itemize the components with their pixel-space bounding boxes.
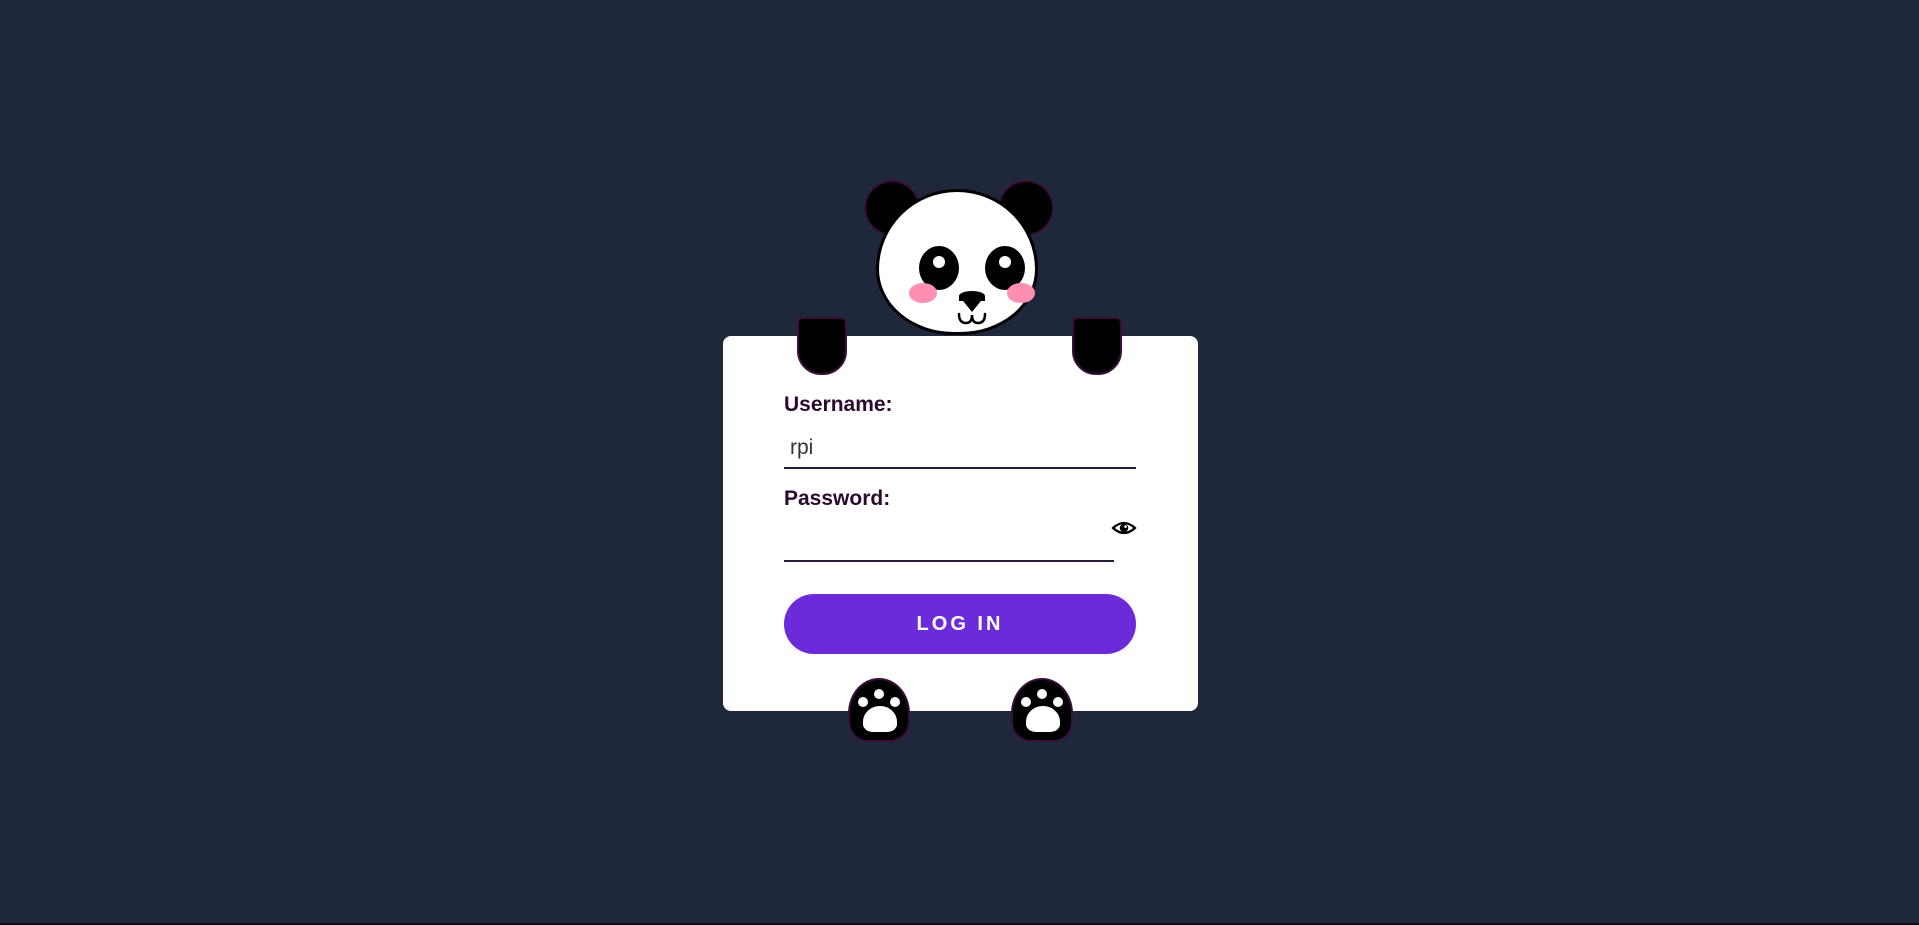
- username-label: Username:: [784, 393, 893, 416]
- paw-toe: [858, 697, 868, 707]
- panda-hand-left: [797, 317, 847, 375]
- panda-paw-right-icon: [1011, 678, 1073, 742]
- login-page: Username: Password: LOG IN: [0, 0, 1919, 925]
- paw-toe: [1021, 697, 1031, 707]
- username-input[interactable]: [784, 429, 1136, 469]
- password-label: Password:: [784, 487, 891, 510]
- paw-toe: [890, 697, 900, 707]
- panda-pupil-right: [999, 256, 1011, 268]
- paw-pad: [863, 706, 897, 732]
- paw-toe: [1037, 689, 1047, 699]
- panda-hand-right: [1072, 317, 1122, 375]
- panda-cheek-left: [909, 283, 937, 303]
- paw-pad: [1026, 706, 1060, 732]
- paw-toe: [1053, 697, 1063, 707]
- login-card: Username: Password: LOG IN: [723, 336, 1198, 711]
- paw-toe: [874, 689, 884, 699]
- login-button[interactable]: LOG IN: [784, 594, 1136, 654]
- panda-nose: [959, 296, 985, 312]
- panda-mouth: [945, 312, 999, 326]
- eye-icon[interactable]: [1111, 518, 1137, 538]
- panda-cheek-right: [1007, 283, 1035, 303]
- panda-paw-left-icon: [848, 678, 910, 742]
- password-input[interactable]: [784, 522, 1114, 562]
- panda-head: [864, 180, 1054, 340]
- panda-pupil-left: [933, 256, 945, 268]
